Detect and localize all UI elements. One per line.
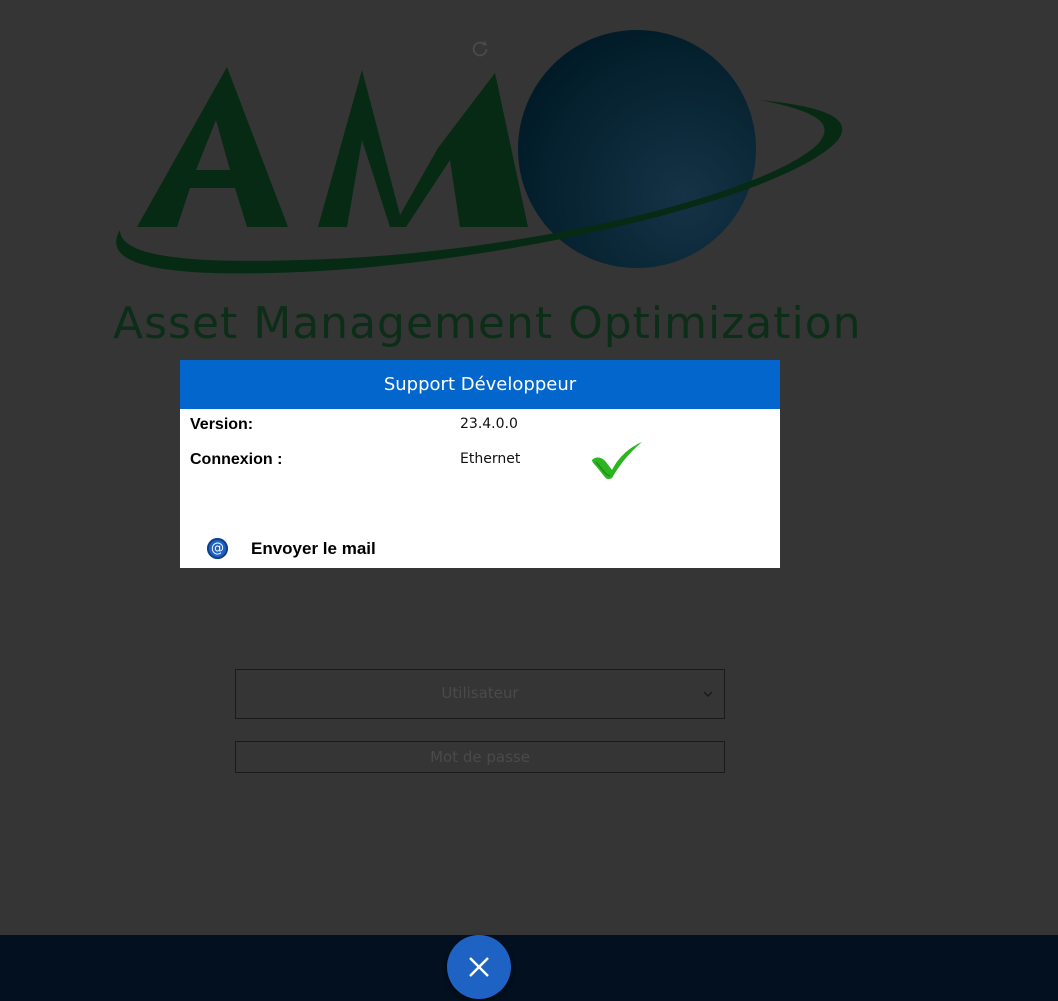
check-icon	[592, 442, 642, 480]
close-button[interactable]	[447, 935, 511, 999]
logo-text: Asset Management Optimization	[113, 298, 862, 349]
send-mail-button[interactable]: @ Envoyer le mail	[207, 536, 407, 560]
user-select-placeholder: Utilisateur	[441, 684, 519, 702]
close-icon	[469, 957, 489, 977]
version-value: 23.4.0.0	[460, 416, 518, 432]
support-dialog: Support Développeur Version: 23.4.0.0 Co…	[180, 360, 780, 568]
connexion-value: Ethernet	[460, 451, 521, 467]
user-select[interactable]: Utilisateur	[235, 669, 725, 719]
refresh-icon[interactable]	[469, 38, 491, 60]
at-icon: @	[207, 538, 228, 559]
send-mail-label: Envoyer le mail	[251, 539, 376, 558]
version-label: Version:	[190, 416, 254, 433]
dialog-title: Support Développeur	[180, 360, 780, 409]
footer-bar	[0, 935, 1058, 1001]
password-input[interactable]	[235, 741, 725, 773]
connexion-label: Connexion :	[190, 451, 283, 468]
chevron-down-icon	[703, 691, 713, 697]
